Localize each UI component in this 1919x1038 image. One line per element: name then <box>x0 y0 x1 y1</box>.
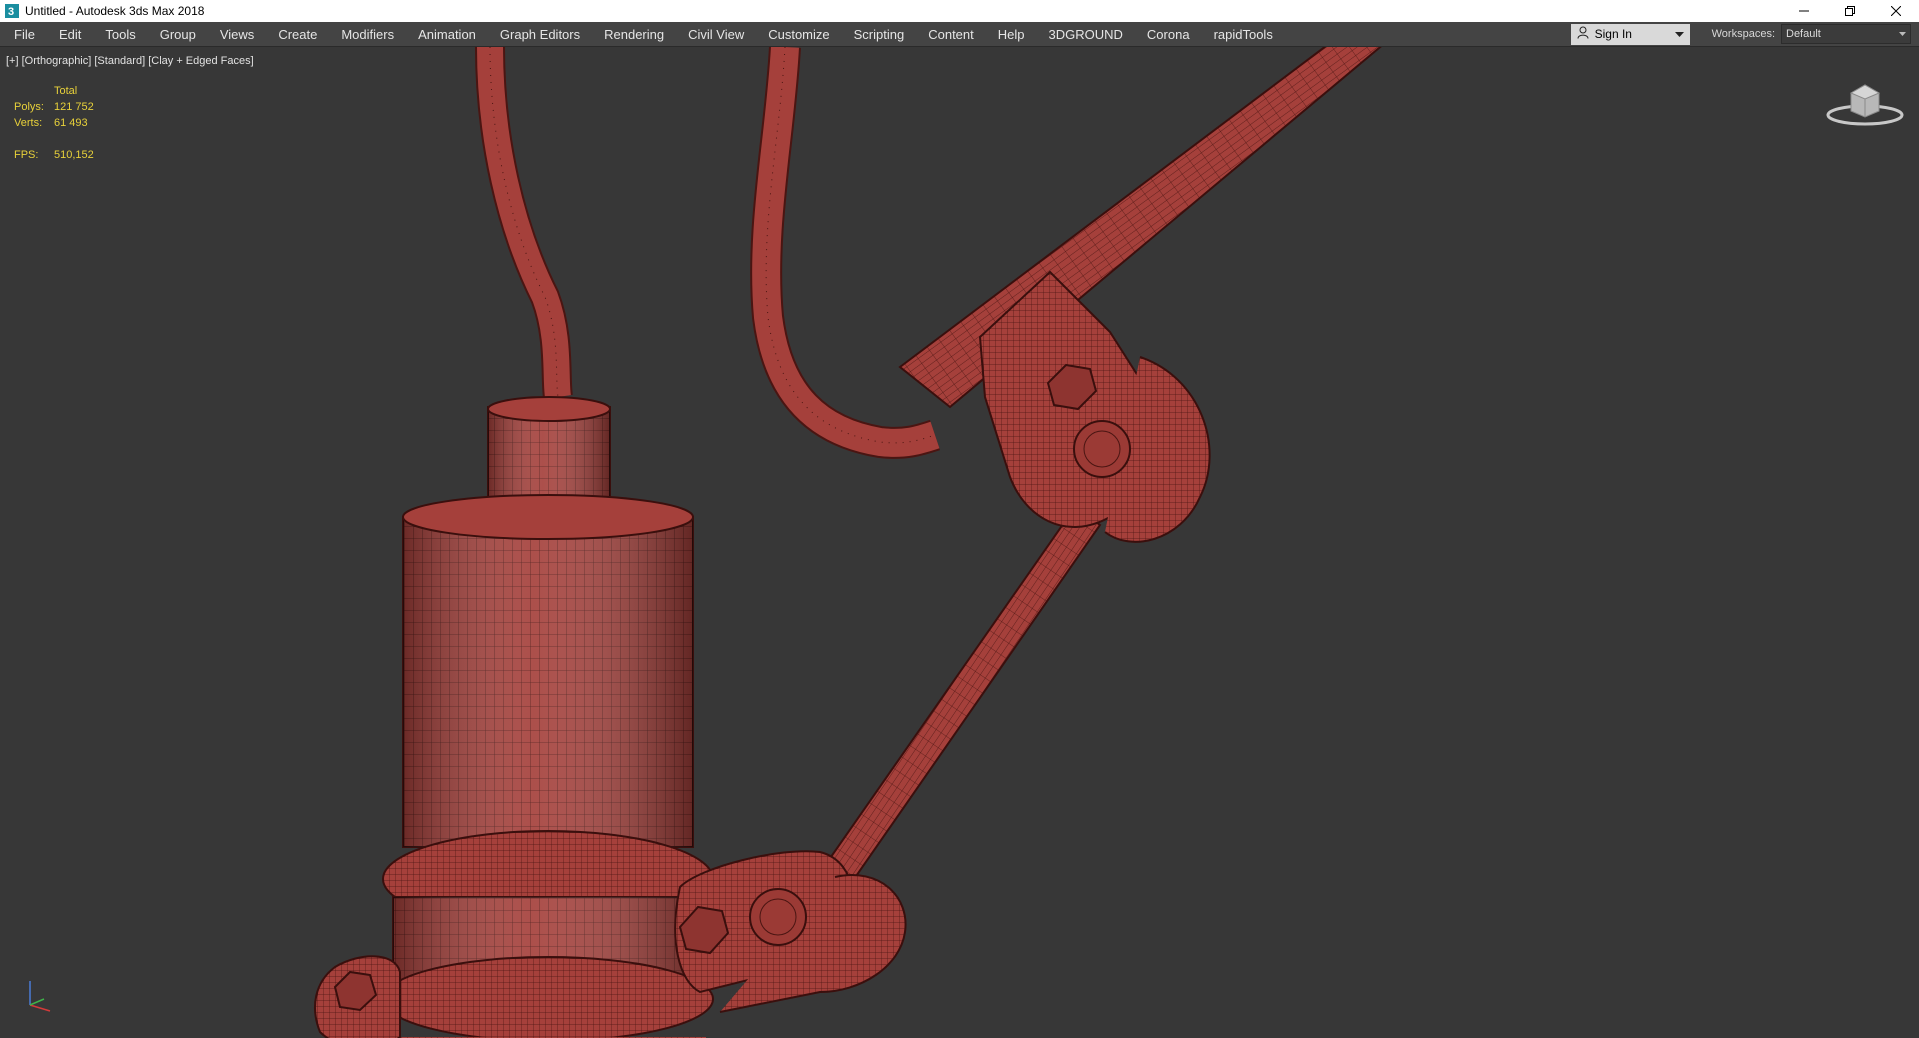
polys-value: 121 752 <box>54 101 94 113</box>
title-bar: 3 Untitled - Autodesk 3ds Max 2018 <box>0 0 1919 22</box>
3dsmax-logo-icon[interactable]: 3 <box>4 3 20 19</box>
fps-value: 510,152 <box>54 149 94 161</box>
stats-header: Total <box>54 85 78 97</box>
viewport-scene <box>314 47 1382 1038</box>
viewport-label: [+] [Orthographic] [Standard] [Clay + Ed… <box>6 55 254 67</box>
menu-civil-view[interactable]: Civil View <box>676 27 756 42</box>
menu-help[interactable]: Help <box>986 27 1037 42</box>
menu-create[interactable]: Create <box>266 27 329 42</box>
menu-3dground[interactable]: 3DGROUND <box>1037 27 1135 42</box>
menu-customize[interactable]: Customize <box>756 27 841 42</box>
menu-content[interactable]: Content <box>916 27 986 42</box>
restore-icon[interactable] <box>1827 0 1873 22</box>
close-icon[interactable] <box>1873 0 1919 22</box>
menu-modifiers[interactable]: Modifiers <box>329 27 406 42</box>
viewport-view-label[interactable]: [Orthographic] <box>22 55 92 67</box>
verts-label: Verts: <box>14 117 43 129</box>
window-title: Untitled - Autodesk 3ds Max 2018 <box>25 4 205 18</box>
workspace-value: Default <box>1786 28 1821 40</box>
menu-tools[interactable]: Tools <box>93 27 147 42</box>
chevron-down-icon <box>1899 28 1906 40</box>
user-icon <box>1577 26 1589 42</box>
menu-edit[interactable]: Edit <box>47 27 93 42</box>
workspaces-label: Workspaces: <box>1711 28 1775 40</box>
menu-group[interactable]: Group <box>148 27 208 42</box>
menu-rendering[interactable]: Rendering <box>592 27 676 42</box>
viewport-menu-plus[interactable]: [+] <box>6 55 19 67</box>
axis-tripod-icon <box>22 975 56 1020</box>
menu-animation[interactable]: Animation <box>406 27 488 42</box>
viewport-shading-label[interactable]: [Standard] <box>94 55 145 67</box>
svg-text:3: 3 <box>8 6 14 18</box>
workspace-select[interactable]: Default <box>1781 24 1911 44</box>
menu-views[interactable]: Views <box>208 27 266 42</box>
viewport-statistics: Total Polys: 121 752 Verts: 61 493 FPS: 510… <box>14 85 94 165</box>
sign-in-label: Sign In <box>1594 27 1632 41</box>
verts-value: 61 493 <box>54 117 88 129</box>
viewcube-icon[interactable] <box>1825 77 1905 132</box>
sign-in-button[interactable]: Sign In <box>1570 23 1690 45</box>
viewport-mode-label[interactable]: [Clay + Edged Faces] <box>148 55 253 67</box>
menu-graph-editors[interactable]: Graph Editors <box>488 27 592 42</box>
menu-file[interactable]: File <box>0 27 47 42</box>
minimize-icon[interactable] <box>1781 0 1827 22</box>
fps-label: FPS: <box>14 149 39 161</box>
menu-bar: File Edit Tools Group Views Create Modif… <box>0 22 1919 46</box>
menu-scripting[interactable]: Scripting <box>842 27 917 42</box>
viewport[interactable]: [+] [Orthographic] [Standard] [Clay + Ed… <box>0 46 1919 1038</box>
caret-down-icon <box>1674 27 1684 41</box>
menu-corona[interactable]: Corona <box>1135 27 1202 42</box>
menu-rapidtools[interactable]: rapidTools <box>1202 27 1285 42</box>
polys-label: Polys: <box>14 101 44 113</box>
